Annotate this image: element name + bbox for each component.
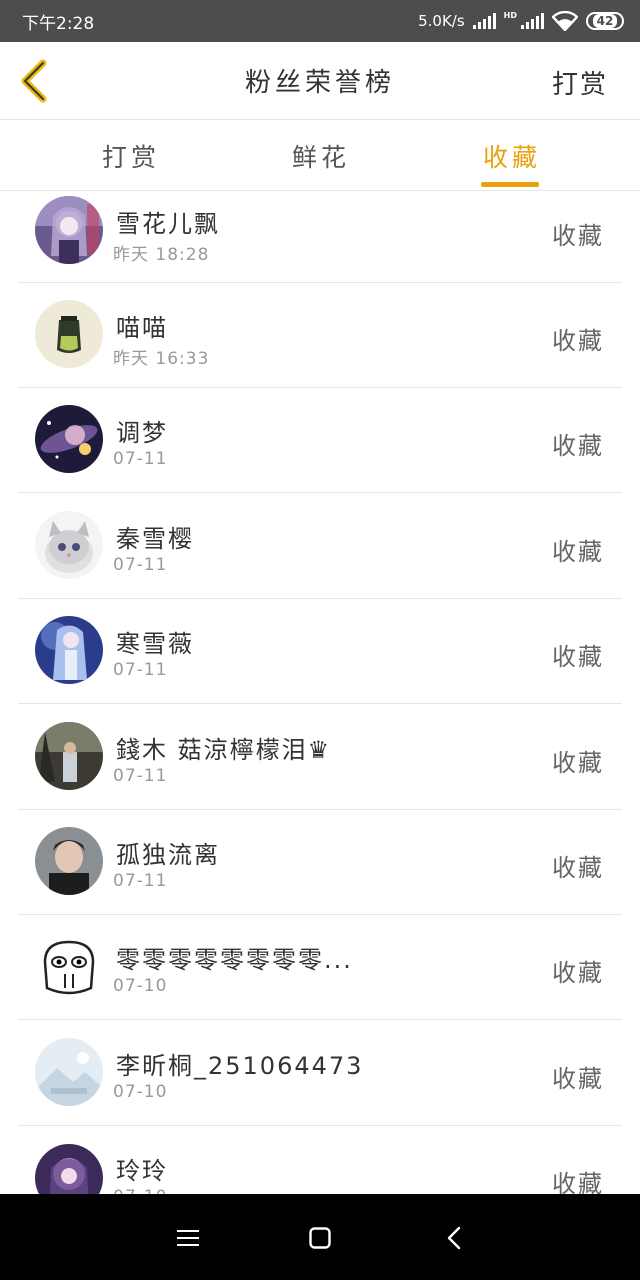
tab-favorites[interactable]: 收藏 — [467, 121, 557, 191]
item-date: 07-11 — [113, 555, 168, 575]
item-name: 零零零零零零零零... — [116, 946, 353, 974]
list-item[interactable]: 玲玲 07-10 收藏 — [18, 1126, 622, 1194]
item-date: 07-11 — [113, 766, 168, 786]
item-name: 秦雪樱 — [116, 525, 194, 553]
list-item[interactable]: 雪花儿飘 昨天 18:28 收藏 — [18, 192, 622, 283]
battery-level: 42 — [592, 14, 618, 28]
item-action: 收藏 — [552, 854, 604, 882]
back-arrow-icon — [21, 59, 47, 103]
item-action: 收藏 — [552, 432, 604, 460]
item-name: 雪花儿飘 — [116, 210, 220, 238]
item-date: 昨天 18:28 — [113, 245, 210, 265]
header: 粉丝荣誉榜 打赏 — [0, 42, 640, 120]
status-time: 下午2:28 — [22, 13, 95, 34]
list-item[interactable]: 錢木 菇涼檸檬泪♛ 07-11 收藏 — [18, 705, 622, 810]
avatar-person-photo[interactable] — [35, 827, 103, 895]
item-action: 收藏 — [552, 1170, 604, 1194]
tab-flowers[interactable]: 鲜花 — [276, 121, 366, 191]
active-tab-indicator — [481, 182, 539, 187]
item-date: 07-11 — [113, 449, 168, 469]
signal-icon-2 — [521, 13, 544, 29]
item-name: 孤独流离 — [116, 841, 220, 869]
tab-flowers-label: 鲜花 — [291, 143, 350, 172]
item-date: 07-10 — [113, 976, 168, 996]
tab-favorites-label: 收藏 — [482, 143, 541, 172]
home-button[interactable] — [300, 1218, 340, 1258]
system-nav-bar — [0, 1194, 640, 1280]
item-name: 玲玲 — [116, 1157, 168, 1185]
item-action: 收藏 — [552, 538, 604, 566]
list-item[interactable]: 秦雪樱 07-11 收藏 — [18, 494, 622, 599]
item-action: 收藏 — [552, 643, 604, 671]
reward-button[interactable]: 打赏 — [552, 64, 608, 101]
item-date: 07-10 — [113, 1187, 167, 1194]
avatar-galaxy[interactable] — [35, 405, 103, 473]
system-back-button[interactable] — [434, 1218, 474, 1258]
list-item[interactable]: 孤独流离 07-11 收藏 — [18, 810, 622, 915]
avatar-default-landscape[interactable] — [35, 1038, 103, 1106]
signal-icon — [472, 13, 496, 29]
avatar-anime-girl-blue[interactable] — [35, 616, 103, 684]
item-action: 收藏 — [552, 222, 604, 250]
home-square-icon — [309, 1227, 331, 1249]
tab-bar: 打赏 鲜花 收藏 — [0, 121, 640, 191]
item-action: 收藏 — [552, 749, 604, 777]
item-date: 07-10 — [113, 1082, 168, 1102]
item-date: 07-11 — [113, 660, 168, 680]
list-item[interactable]: 喵喵 昨天 16:33 收藏 — [18, 283, 622, 388]
item-date: 07-11 — [113, 871, 168, 891]
item-action: 收藏 — [552, 327, 604, 355]
status-bar: 下午2:28 5.0K/s HD 42 — [0, 0, 640, 42]
tab-reward-label: 打赏 — [101, 143, 160, 172]
back-button[interactable] — [14, 58, 54, 104]
item-name: 调梦 — [116, 419, 168, 447]
wifi-icon — [552, 11, 578, 31]
back-chevron-icon — [447, 1226, 461, 1250]
menu-icon — [177, 1230, 199, 1246]
list-item[interactable]: 零零零零零零零零... 07-10 收藏 — [18, 915, 622, 1020]
item-name: 李昕桐_251064473 — [116, 1052, 364, 1080]
avatar-anime-girl-dark[interactable] — [35, 1144, 103, 1194]
avatar-cartoon-face[interactable] — [35, 932, 103, 1000]
item-date: 昨天 16:33 — [113, 349, 210, 369]
list-item[interactable]: 寒雪薇 07-11 收藏 — [18, 599, 622, 704]
tab-reward[interactable]: 打赏 — [86, 121, 176, 191]
list-item[interactable]: 李昕桐_251064473 07-10 收藏 — [18, 1021, 622, 1126]
hd-label: HD — [503, 10, 517, 20]
item-name: 喵喵 — [116, 314, 168, 342]
page-title: 粉丝荣誉榜 — [244, 68, 395, 98]
battery-icon: 42 — [586, 12, 624, 30]
item-name: 錢木 菇涼檸檬泪♛ — [116, 736, 332, 764]
fan-list[interactable]: 雪花儿飘 昨天 18:28 收藏 喵喵 昨天 16:33 收藏 调梦 07-11… — [0, 192, 640, 1194]
list-item[interactable]: 调梦 07-11 收藏 — [18, 388, 622, 493]
item-action: 收藏 — [552, 1065, 604, 1093]
avatar-green-jar[interactable] — [35, 300, 103, 368]
status-right: 5.0K/s HD 42 — [418, 11, 624, 31]
avatar-anime-girl-purple[interactable] — [35, 196, 103, 264]
menu-button[interactable] — [168, 1218, 208, 1258]
item-name: 寒雪薇 — [116, 630, 194, 658]
avatar-white-kitten[interactable] — [35, 511, 103, 579]
item-action: 收藏 — [552, 959, 604, 987]
network-speed: 5.0K/s — [418, 12, 465, 30]
avatar-person-in-forest[interactable] — [35, 722, 103, 790]
